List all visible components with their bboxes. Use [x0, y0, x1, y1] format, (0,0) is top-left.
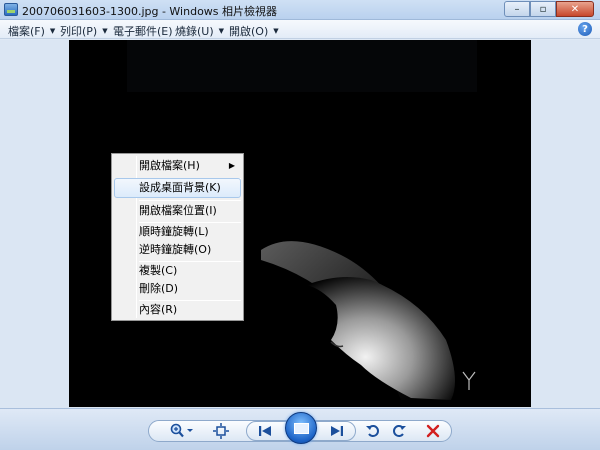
- window-title: 200706031603-1300.jpg - Windows 相片檢視器: [22, 5, 278, 18]
- menu-file[interactable]: 檔案(F) ▼: [8, 23, 55, 39]
- menu-open[interactable]: 開啟(O) ▼: [229, 23, 279, 39]
- menu-email-label: 電子郵件(E): [113, 25, 173, 38]
- rotate-ccw-icon: [366, 425, 379, 437]
- window-controls: – ▫ ✕: [504, 1, 594, 17]
- chevron-down-icon: ▼: [102, 27, 108, 35]
- magnifier-icon: [170, 423, 193, 438]
- menu-print[interactable]: 列印(P) ▼: [60, 23, 108, 39]
- slideshow-icon: [293, 422, 309, 434]
- rotate-counterclockwise-button[interactable]: [362, 422, 384, 440]
- menu-burn-label: 燒錄(U): [175, 25, 214, 38]
- chevron-down-icon: ▼: [273, 27, 279, 35]
- image-viewer-area: 開啟檔案(H) ▶ 設成桌面背景(K) 開啟檔案位置(I) 順時鐘旋轉(L) 逆…: [0, 40, 600, 408]
- ctx-rotate-counterclockwise-label: 逆時鐘旋轉(O): [139, 243, 212, 256]
- ctx-properties[interactable]: 內容(R): [114, 300, 241, 320]
- zoom-button[interactable]: [168, 422, 196, 440]
- chevron-down-icon: ▼: [49, 27, 56, 35]
- title-bar[interactable]: 200706031603-1300.jpg - Windows 相片檢視器 – …: [0, 0, 600, 20]
- ctx-copy[interactable]: 複製(C): [114, 261, 241, 281]
- chevron-down-icon: ▼: [218, 27, 225, 35]
- ctx-properties-label: 內容(R): [139, 303, 178, 316]
- ctx-rotate-clockwise-label: 順時鐘旋轉(L): [139, 225, 209, 238]
- menu-burn[interactable]: 燒錄(U) ▼: [175, 23, 224, 39]
- close-button[interactable]: ✕: [556, 1, 594, 17]
- next-icon: [331, 426, 343, 436]
- maximize-button[interactable]: ▫: [530, 1, 556, 17]
- previous-icon: [259, 426, 271, 436]
- previous-button[interactable]: [254, 422, 276, 440]
- ctx-open-with[interactable]: 開啟檔案(H) ▶: [114, 156, 241, 176]
- ctx-open-file-location-label: 開啟檔案位置(I): [139, 204, 217, 217]
- menu-file-label: 檔案(F): [8, 25, 45, 38]
- ctx-rotate-clockwise[interactable]: 順時鐘旋轉(L): [114, 222, 241, 242]
- photo-viewer-app-icon[interactable]: [4, 3, 18, 16]
- actual-size-button[interactable]: [210, 422, 232, 440]
- ctx-open-with-label: 開啟檔案(H): [139, 159, 200, 172]
- menu-open-label: 開啟(O): [229, 25, 269, 38]
- fit-window-icon: [213, 423, 229, 439]
- rotate-cw-icon: [393, 425, 406, 437]
- next-button[interactable]: [326, 422, 348, 440]
- ctx-copy-label: 複製(C): [139, 264, 178, 277]
- face-profile-image: [261, 241, 476, 400]
- bottom-toolbar: [0, 408, 600, 450]
- ctx-rotate-counterclockwise[interactable]: 逆時鐘旋轉(O): [114, 240, 241, 260]
- context-menu: 開啟檔案(H) ▶ 設成桌面背景(K) 開啟檔案位置(I) 順時鐘旋轉(L) 逆…: [111, 153, 244, 321]
- help-icon[interactable]: ?: [578, 22, 592, 36]
- ctx-open-file-location[interactable]: 開啟檔案位置(I): [114, 201, 241, 221]
- ctx-delete-label: 刪除(D): [139, 282, 179, 295]
- menu-email[interactable]: 電子郵件(E): [113, 23, 173, 39]
- menu-print-label: 列印(P): [60, 25, 98, 38]
- delete-icon: [426, 424, 440, 438]
- delete-button[interactable]: [422, 422, 444, 440]
- slideshow-button[interactable]: [285, 412, 317, 444]
- rotate-clockwise-button[interactable]: [388, 422, 410, 440]
- submenu-arrow-icon: ▶: [228, 161, 235, 170]
- ctx-delete[interactable]: 刪除(D): [114, 279, 241, 299]
- photo-shadow-band: [127, 40, 477, 92]
- ctx-set-desktop-background[interactable]: 設成桌面背景(K): [114, 178, 241, 198]
- ctx-set-desktop-background-label: 設成桌面背景(K): [139, 181, 221, 194]
- menu-bar: 檔案(F) ▼ 列印(P) ▼ 電子郵件(E) 燒錄(U) ▼ 開啟(O) ▼ …: [0, 20, 600, 39]
- minimize-button[interactable]: –: [504, 1, 530, 17]
